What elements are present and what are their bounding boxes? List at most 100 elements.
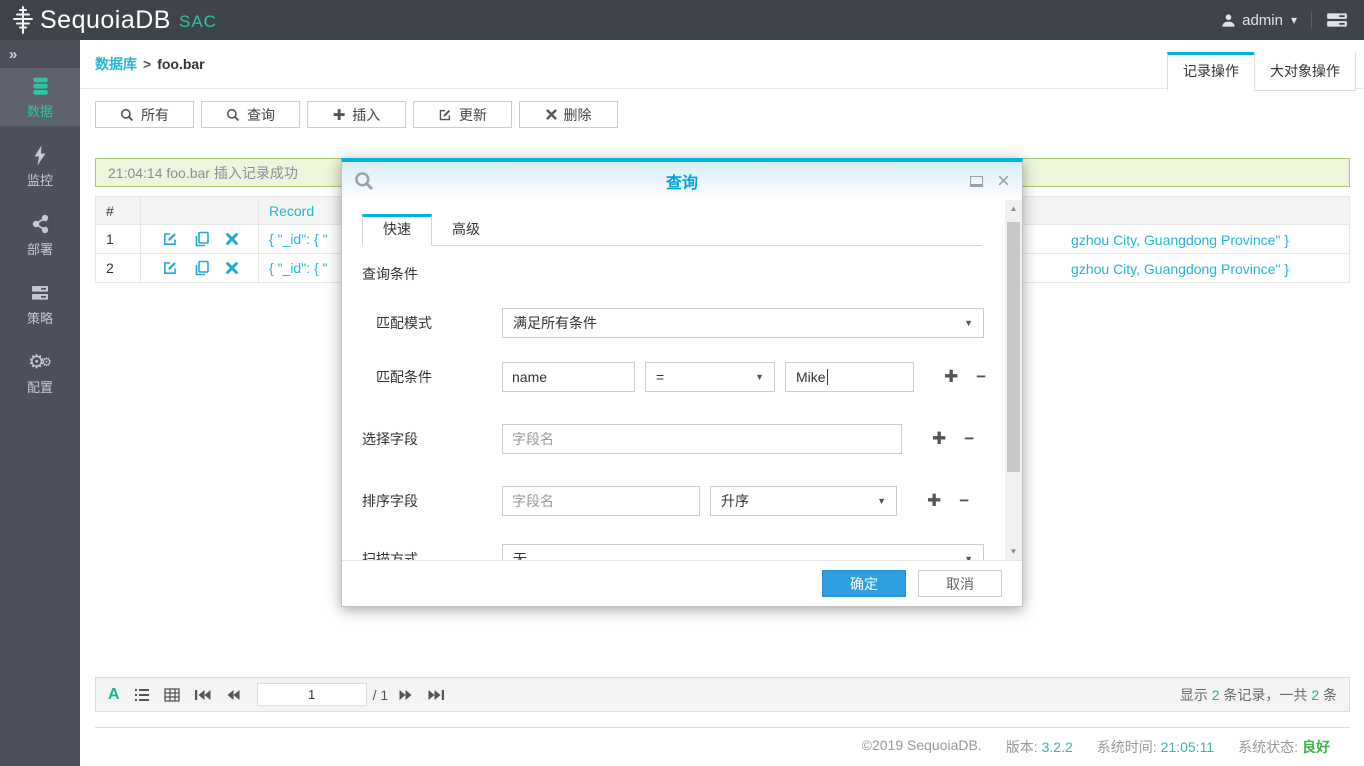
last-page-icon[interactable] [427, 689, 445, 701]
status-footer: ©2019 SequoiaDB. 版本:3.2.2 系统时间:21:05:11 … [862, 737, 1330, 757]
sidebar-item-data[interactable]: 数据 [0, 68, 80, 126]
maximize-icon[interactable] [970, 176, 983, 187]
ok-button[interactable]: 确定 [822, 570, 906, 597]
select-arrow-icon: ▼ [964, 318, 973, 328]
tab-quick[interactable]: 快速 [362, 214, 432, 246]
system-time-label: 系统时间: [1097, 739, 1157, 755]
sort-fields-label: 排序字段 [362, 491, 502, 511]
scroll-up-icon[interactable]: ▲ [1005, 200, 1022, 217]
sidebar-item-label: 数据 [27, 101, 53, 120]
select-arrow-icon: ▼ [877, 496, 886, 506]
sequoia-tree-icon [10, 5, 36, 35]
copy-record-icon[interactable] [194, 231, 210, 247]
pagination-bar: A / 1 显示 2 条记录，一共 2 条 [95, 677, 1350, 712]
topbar-divider [1311, 11, 1312, 29]
copy-record-icon[interactable] [194, 260, 210, 276]
list-view-icon[interactable] [134, 688, 150, 702]
breadcrumb-separator: > [143, 56, 151, 72]
page-number-input[interactable] [257, 683, 367, 706]
record-text-right: gzhou City, Guangdong Province" } [1071, 225, 1289, 253]
sidebar-item-label: 监控 [27, 170, 53, 189]
delete-button[interactable]: 删除 [519, 101, 618, 128]
add-field-icon[interactable]: ✚ [932, 429, 946, 449]
record-text-right: gzhou City, Guangdong Province" } [1071, 254, 1289, 282]
share-nodes-icon [31, 212, 50, 236]
lightning-icon [31, 143, 49, 167]
condition-field-input[interactable] [502, 362, 635, 392]
database-icon [30, 74, 51, 98]
sidebar-collapse-button[interactable]: » [0, 40, 80, 68]
insert-button[interactable]: ✚ 插入 [307, 101, 406, 128]
row-index: 2 [95, 254, 140, 282]
sort-order-select[interactable]: 升序 ▼ [710, 486, 897, 516]
sidebar-item-strategy[interactable]: 策略 [0, 275, 80, 333]
cancel-button[interactable]: 取消 [918, 570, 1002, 597]
chevron-down-icon: ▾ [1291, 13, 1297, 27]
add-condition-icon[interactable]: ✚ [944, 367, 958, 387]
all-button[interactable]: 所有 [95, 101, 194, 128]
grid-view-icon[interactable] [164, 688, 180, 702]
user-icon [1221, 13, 1236, 28]
select-field-input[interactable] [502, 424, 902, 454]
host-list-button[interactable] [1326, 11, 1348, 29]
tab-advanced[interactable]: 高级 [432, 214, 500, 245]
search-icon [354, 171, 374, 191]
tab-lob-operations[interactable]: 大对象操作 [1254, 53, 1356, 91]
system-status-value: 良好 [1302, 739, 1330, 755]
match-mode-select[interactable]: 满足所有条件 ▼ [502, 308, 984, 338]
tab-record-operations[interactable]: 记录操作 [1167, 52, 1254, 91]
query-button[interactable]: 查询 [201, 101, 300, 128]
breadcrumb-database-link[interactable]: 数据库 [95, 54, 137, 74]
remove-condition-icon[interactable]: − [976, 367, 986, 387]
scan-mode-select[interactable]: 无 ▼ [502, 544, 984, 560]
add-sort-icon[interactable]: ✚ [927, 491, 941, 511]
dialog-header[interactable]: 查询 × [342, 162, 1022, 200]
font-size-toggle[interactable]: A [108, 686, 120, 704]
top-bar: SequoiaDB SAC admin ▾ [0, 0, 1364, 40]
query-mode-tabs: 快速 高级 [362, 214, 982, 246]
search-icon [120, 108, 134, 122]
sidebar-item-monitor[interactable]: 监控 [0, 137, 80, 195]
first-page-icon[interactable] [194, 689, 212, 701]
scroll-down-icon[interactable]: ▼ [1005, 543, 1022, 560]
edit-icon [438, 108, 452, 122]
scrollbar-thumb[interactable] [1007, 222, 1020, 472]
double-chevron-right-icon: » [9, 46, 17, 63]
system-status-label: 系统状态: [1238, 739, 1298, 755]
row-index: 1 [95, 225, 140, 253]
query-condition-heading: 查询条件 [362, 264, 982, 284]
sidebar-item-config[interactable]: ⚙⚙ 配置 [0, 344, 80, 402]
sidebar-item-label: 部署 [27, 239, 53, 258]
prev-page-icon[interactable] [226, 689, 241, 701]
update-button[interactable]: 更新 [413, 101, 512, 128]
sidebar: » 数据 监控 [0, 40, 80, 766]
match-condition-label: 匹配条件 [362, 367, 502, 387]
server-stack-icon [30, 281, 50, 305]
dialog-scrollbar[interactable]: ▲ ▼ [1005, 200, 1022, 560]
next-page-icon[interactable] [398, 689, 413, 701]
sidebar-item-label: 配置 [27, 377, 53, 396]
edit-record-icon[interactable] [162, 231, 178, 247]
delete-record-icon[interactable] [226, 262, 238, 274]
record-count-summary: 显示 2 条记录，一共 2 条 [1180, 685, 1337, 705]
dialog-body: 快速 高级 查询条件 匹配模式 满足所有条件 ▼ 匹配条件 = ▼ [342, 200, 1022, 560]
condition-operator-select[interactable]: = ▼ [645, 362, 775, 392]
operation-tabs: 记录操作 大对象操作 [1167, 52, 1356, 91]
sort-field-input[interactable] [502, 486, 700, 516]
dialog-title: 查询 [342, 169, 1022, 193]
version-label: 版本: [1006, 739, 1038, 755]
remove-sort-icon[interactable]: − [959, 491, 969, 511]
edit-record-icon[interactable] [162, 260, 178, 276]
sidebar-item-deploy[interactable]: 部署 [0, 206, 80, 264]
close-icon[interactable]: × [997, 173, 1010, 189]
header-actions [140, 197, 258, 224]
condition-value-input[interactable]: Mike [785, 362, 914, 392]
version-value: 3.2.2 [1042, 739, 1073, 755]
select-arrow-icon: ▼ [755, 372, 764, 382]
breadcrumb-current: foo.bar [157, 56, 204, 72]
remove-field-icon[interactable]: − [964, 429, 974, 449]
system-time-value: 21:05:11 [1161, 739, 1214, 755]
delete-record-icon[interactable] [226, 233, 238, 245]
user-menu[interactable]: admin ▾ [1221, 12, 1297, 29]
plus-icon: ✚ [333, 106, 346, 124]
